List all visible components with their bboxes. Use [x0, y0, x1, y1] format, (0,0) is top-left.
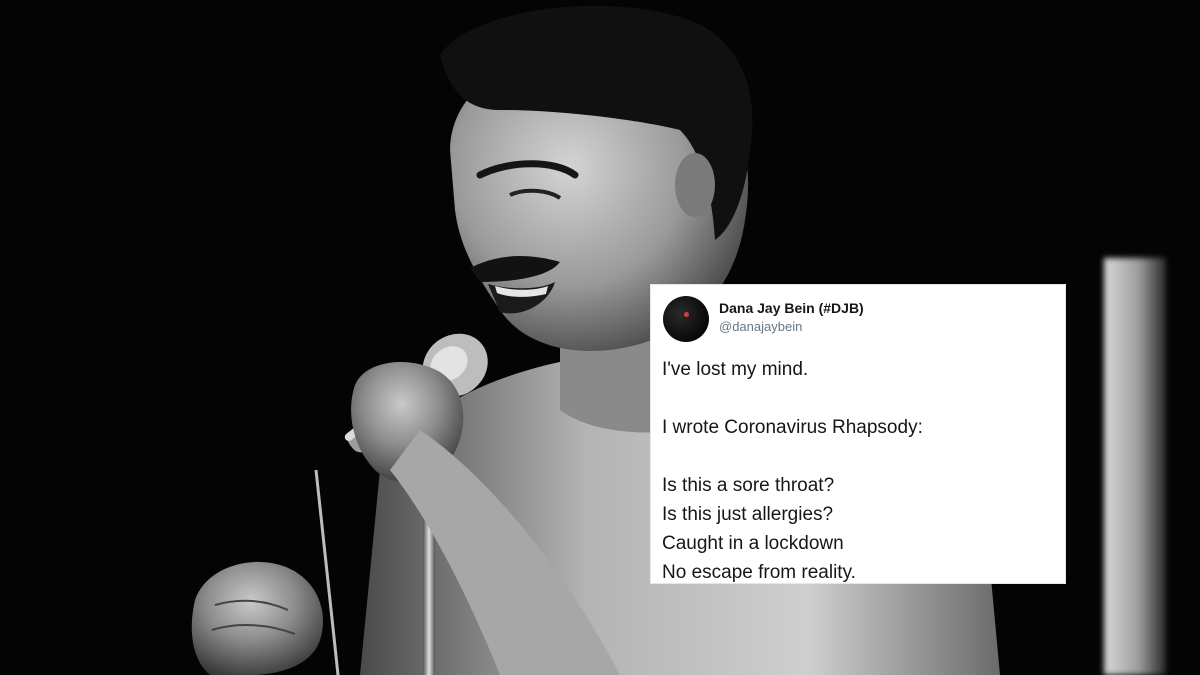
tweet-author-name: Dana Jay Bein (#DJB) — [719, 300, 864, 316]
tweet-line: Is this a sore throat? — [662, 475, 835, 496]
image-canvas: Dana Jay Bein (#DJB) @danajaybein I've l… — [0, 0, 1200, 675]
background-stage-light — [1104, 258, 1166, 675]
tweet-line: No escape from reality. — [662, 562, 856, 583]
tweet-line: Caught in a lockdown — [662, 533, 844, 554]
tweet-line: I wrote Coronavirus Rhapsody: — [662, 417, 923, 438]
tweet-line: Is this just allergies? — [662, 504, 834, 525]
tweet-card: Dana Jay Bein (#DJB) @danajaybein I've l… — [650, 284, 1066, 584]
tweet-author-handle: @danajaybein — [719, 319, 803, 334]
avatar-highlight — [684, 312, 689, 317]
fist-shape — [191, 561, 324, 675]
tweet-line: I've lost my mind. — [662, 359, 809, 380]
avatar — [663, 296, 709, 342]
tweet-text: I've lost my mind. I wrote Coronavirus R… — [662, 355, 1056, 587]
